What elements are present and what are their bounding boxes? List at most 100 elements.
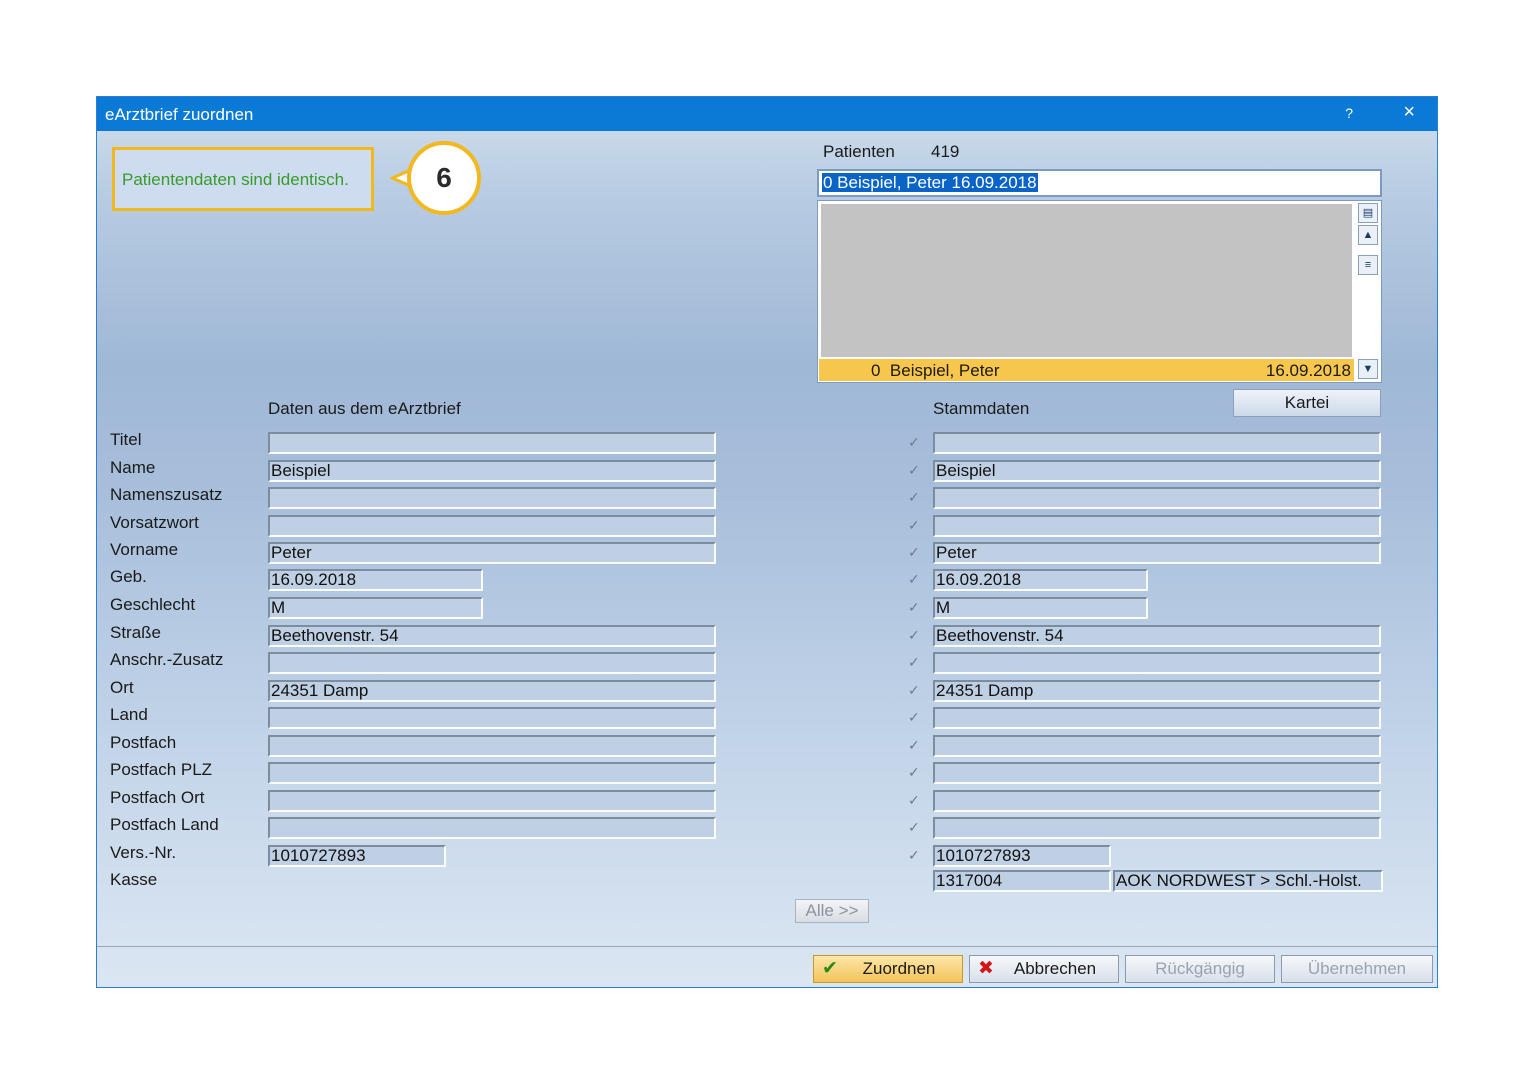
identical-notice: Patientendaten sind identisch. [112,147,374,211]
footer-separator [97,946,1437,947]
close-button[interactable]: × [1403,101,1415,124]
kasse-number-field[interactable]: 1317004 [933,870,1111,892]
list-item-name: Beispiel, Peter [889,361,1000,380]
stammdaten-field[interactable] [933,432,1381,454]
abbrechen-label: Abbrechen [1013,959,1097,978]
stammdaten-field[interactable] [933,652,1381,674]
row-label: Postfach [110,733,177,752]
scroll-up-icon[interactable]: ▲ [1358,225,1378,245]
alle-button[interactable]: Alle >> [795,899,869,923]
stammdaten-field[interactable]: Peter [933,542,1381,564]
search-selected-text: 0 Beispiel, Peter 16.09.2018 [822,173,1038,192]
stammdaten-field[interactable]: 16.09.2018 [933,569,1148,591]
earztbrief-field[interactable] [268,515,716,537]
scroll-down-icon[interactable]: ▼ [1358,359,1378,379]
check-icon[interactable]: ✓ [908,517,920,534]
stammdaten-field[interactable] [933,515,1381,537]
stammdaten-field[interactable] [933,735,1381,757]
stammdaten-field[interactable] [933,487,1381,509]
row-label: Anschr.-Zusatz [110,650,224,669]
stammdaten-field[interactable] [933,707,1381,729]
row-label: Vorsatzwort [110,513,199,532]
check-icon[interactable]: ✓ [908,599,920,616]
check-icon[interactable]: ✓ [908,434,920,451]
list-item-date: 16.09.2018 [1265,361,1351,380]
earztbrief-field[interactable]: Peter [268,542,716,564]
kasse-label: Kasse [110,870,158,889]
row-label: Geschlecht [110,595,196,614]
check-icon[interactable]: ✓ [908,792,920,809]
earztbrief-field[interactable] [268,652,716,674]
row-label: Name [110,458,156,477]
check-icon[interactable]: ✓ [908,682,920,699]
row-label: Postfach PLZ [110,760,213,779]
earztbrief-field[interactable] [268,487,716,509]
row-label: Geb. [110,567,147,586]
earztbrief-field[interactable]: M [268,597,483,619]
earztbrief-field[interactable] [268,432,716,454]
stammdaten-field[interactable]: M [933,597,1148,619]
check-icon[interactable]: ✓ [908,489,920,506]
abbrechen-button[interactable]: ✖ Abbrechen [969,955,1119,983]
row-label: Postfach Ort [110,788,205,807]
stammdaten-header: Stammdaten [933,399,1030,418]
row-label: Ort [110,678,134,697]
check-icon[interactable]: ✓ [908,571,920,588]
list-item-number: 0 [871,361,881,380]
earztbrief-field[interactable]: 1010727893 [268,845,446,867]
patients-count: 419 [931,142,960,161]
row-label: Vorname [110,540,179,559]
title-bar: eArztbrief zuordnen ? × [97,97,1437,131]
list-item-selected[interactable]: 0 Beispiel, Peter 16.09.2018 [819,359,1354,381]
earztbrief-field[interactable]: 24351 Damp [268,680,716,702]
patient-search-input[interactable]: 0 Beispiel, Peter 16.09.2018 [817,169,1382,197]
print-icon[interactable]: ▤ [1358,203,1378,223]
earztbrief-field[interactable]: Beispiel [268,460,716,482]
check-icon[interactable]: ✓ [908,764,920,781]
row-label: Namenszusatz [110,485,223,504]
check-icon[interactable]: ✓ [908,544,920,561]
earztbrief-field[interactable] [268,817,716,839]
earztbrief-header: Daten aus dem eArztbrief [268,399,461,418]
zuordnen-button[interactable]: ✔ Zuordnen [813,955,963,983]
patients-label: Patienten [823,142,895,161]
notice-text: Patientendaten sind identisch. [122,170,349,189]
kasse-name-field[interactable]: AOK NORDWEST > Schl.-Holst. [1113,870,1383,892]
row-label: Vers.-Nr. [110,843,177,862]
step-badge: 6 [407,141,481,215]
check-icon[interactable]: ✓ [908,462,920,479]
check-icon[interactable]: ✓ [908,654,920,671]
row-label: Titel [110,430,142,449]
check-icon[interactable]: ✓ [908,627,920,644]
check-icon[interactable]: ✓ [908,737,920,754]
patient-list[interactable]: 0 Beispiel, Peter 16.09.2018 ▤ ▲ ≡ ▼ [817,200,1382,383]
stammdaten-field[interactable] [933,817,1381,839]
uebernehmen-label: Übernehmen [1307,959,1407,978]
rueckgaengig-button[interactable]: Rückgängig [1125,955,1275,983]
check-icon[interactable]: ✓ [908,847,920,864]
check-icon[interactable]: ✓ [908,819,920,836]
step-number: 6 [436,162,452,193]
list-empty-area [821,204,1352,357]
check-icon[interactable]: ✓ [908,709,920,726]
dialog-window: eArztbrief zuordnen ? × Patientendaten s… [96,96,1438,988]
kartei-button[interactable]: Kartei [1233,389,1381,417]
earztbrief-field[interactable]: Beethovenstr. 54 [268,625,716,647]
rueckgaengig-label: Rückgängig [1155,959,1245,978]
stammdaten-field[interactable]: Beispiel [933,460,1381,482]
stammdaten-field[interactable] [933,762,1381,784]
zuordnen-label: Zuordnen [862,959,936,978]
help-button[interactable]: ? [1345,105,1353,121]
row-label: Postfach Land [110,815,219,834]
uebernehmen-button[interactable]: Übernehmen [1281,955,1433,983]
stammdaten-field[interactable]: 1010727893 [933,845,1111,867]
earztbrief-field[interactable] [268,735,716,757]
scroll-thumb[interactable]: ≡ [1358,255,1378,275]
earztbrief-field[interactable] [268,790,716,812]
stammdaten-field[interactable] [933,790,1381,812]
stammdaten-field[interactable]: Beethovenstr. 54 [933,625,1381,647]
earztbrief-field[interactable]: 16.09.2018 [268,569,483,591]
stammdaten-field[interactable]: 24351 Damp [933,680,1381,702]
earztbrief-field[interactable] [268,707,716,729]
earztbrief-field[interactable] [268,762,716,784]
